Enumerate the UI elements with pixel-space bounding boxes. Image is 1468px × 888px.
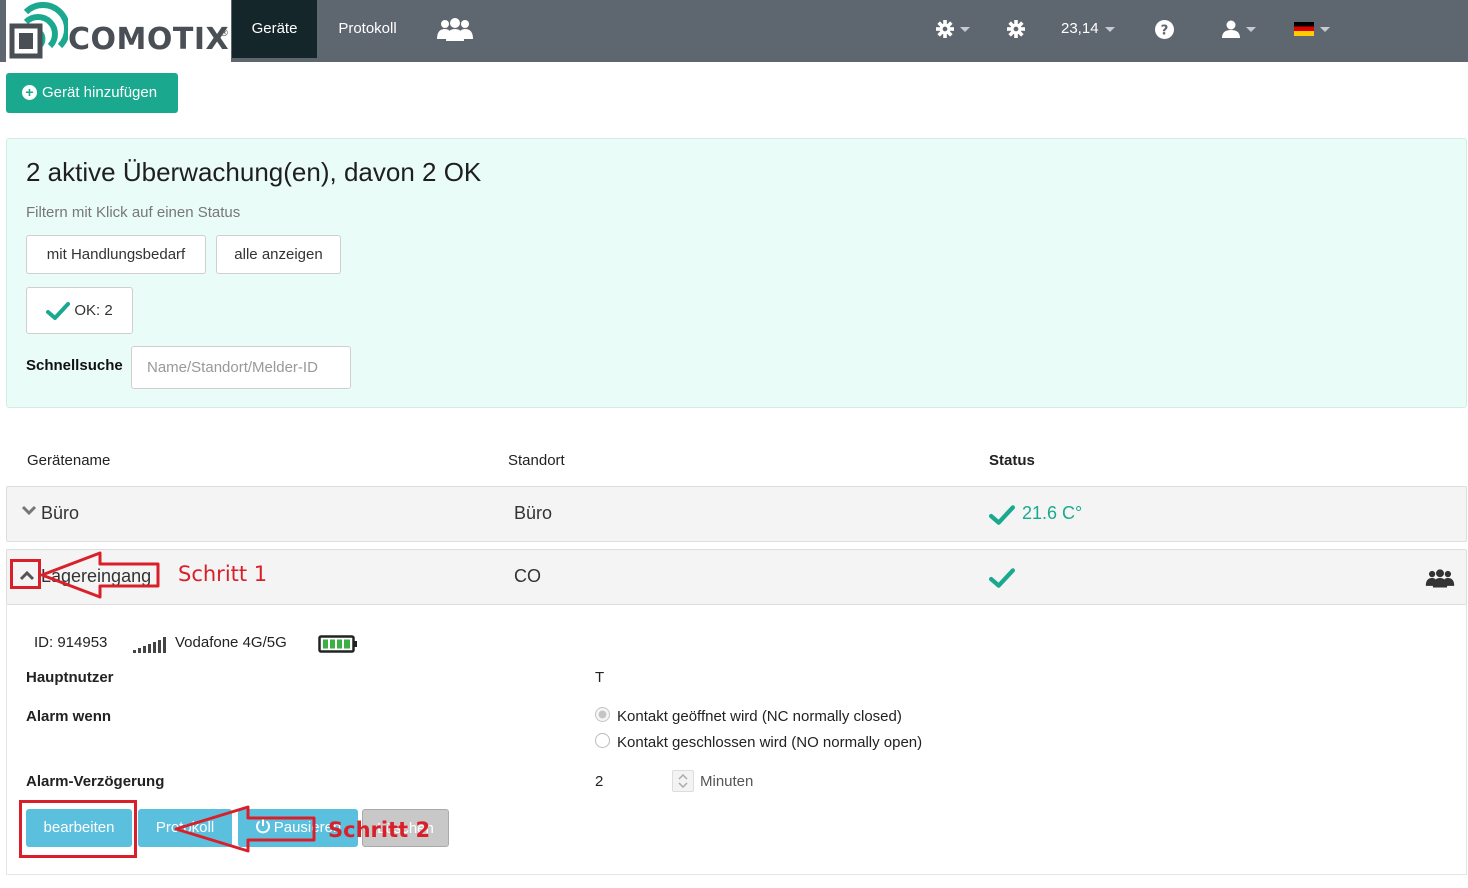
step1-arrow-icon [40, 551, 160, 599]
annotation-arrows [40, 551, 316, 853]
step2-arrow-icon [174, 805, 316, 853]
step2-annotation: Schritt 2 [328, 818, 431, 842]
step1-annotation: Schritt 1 [178, 562, 268, 586]
